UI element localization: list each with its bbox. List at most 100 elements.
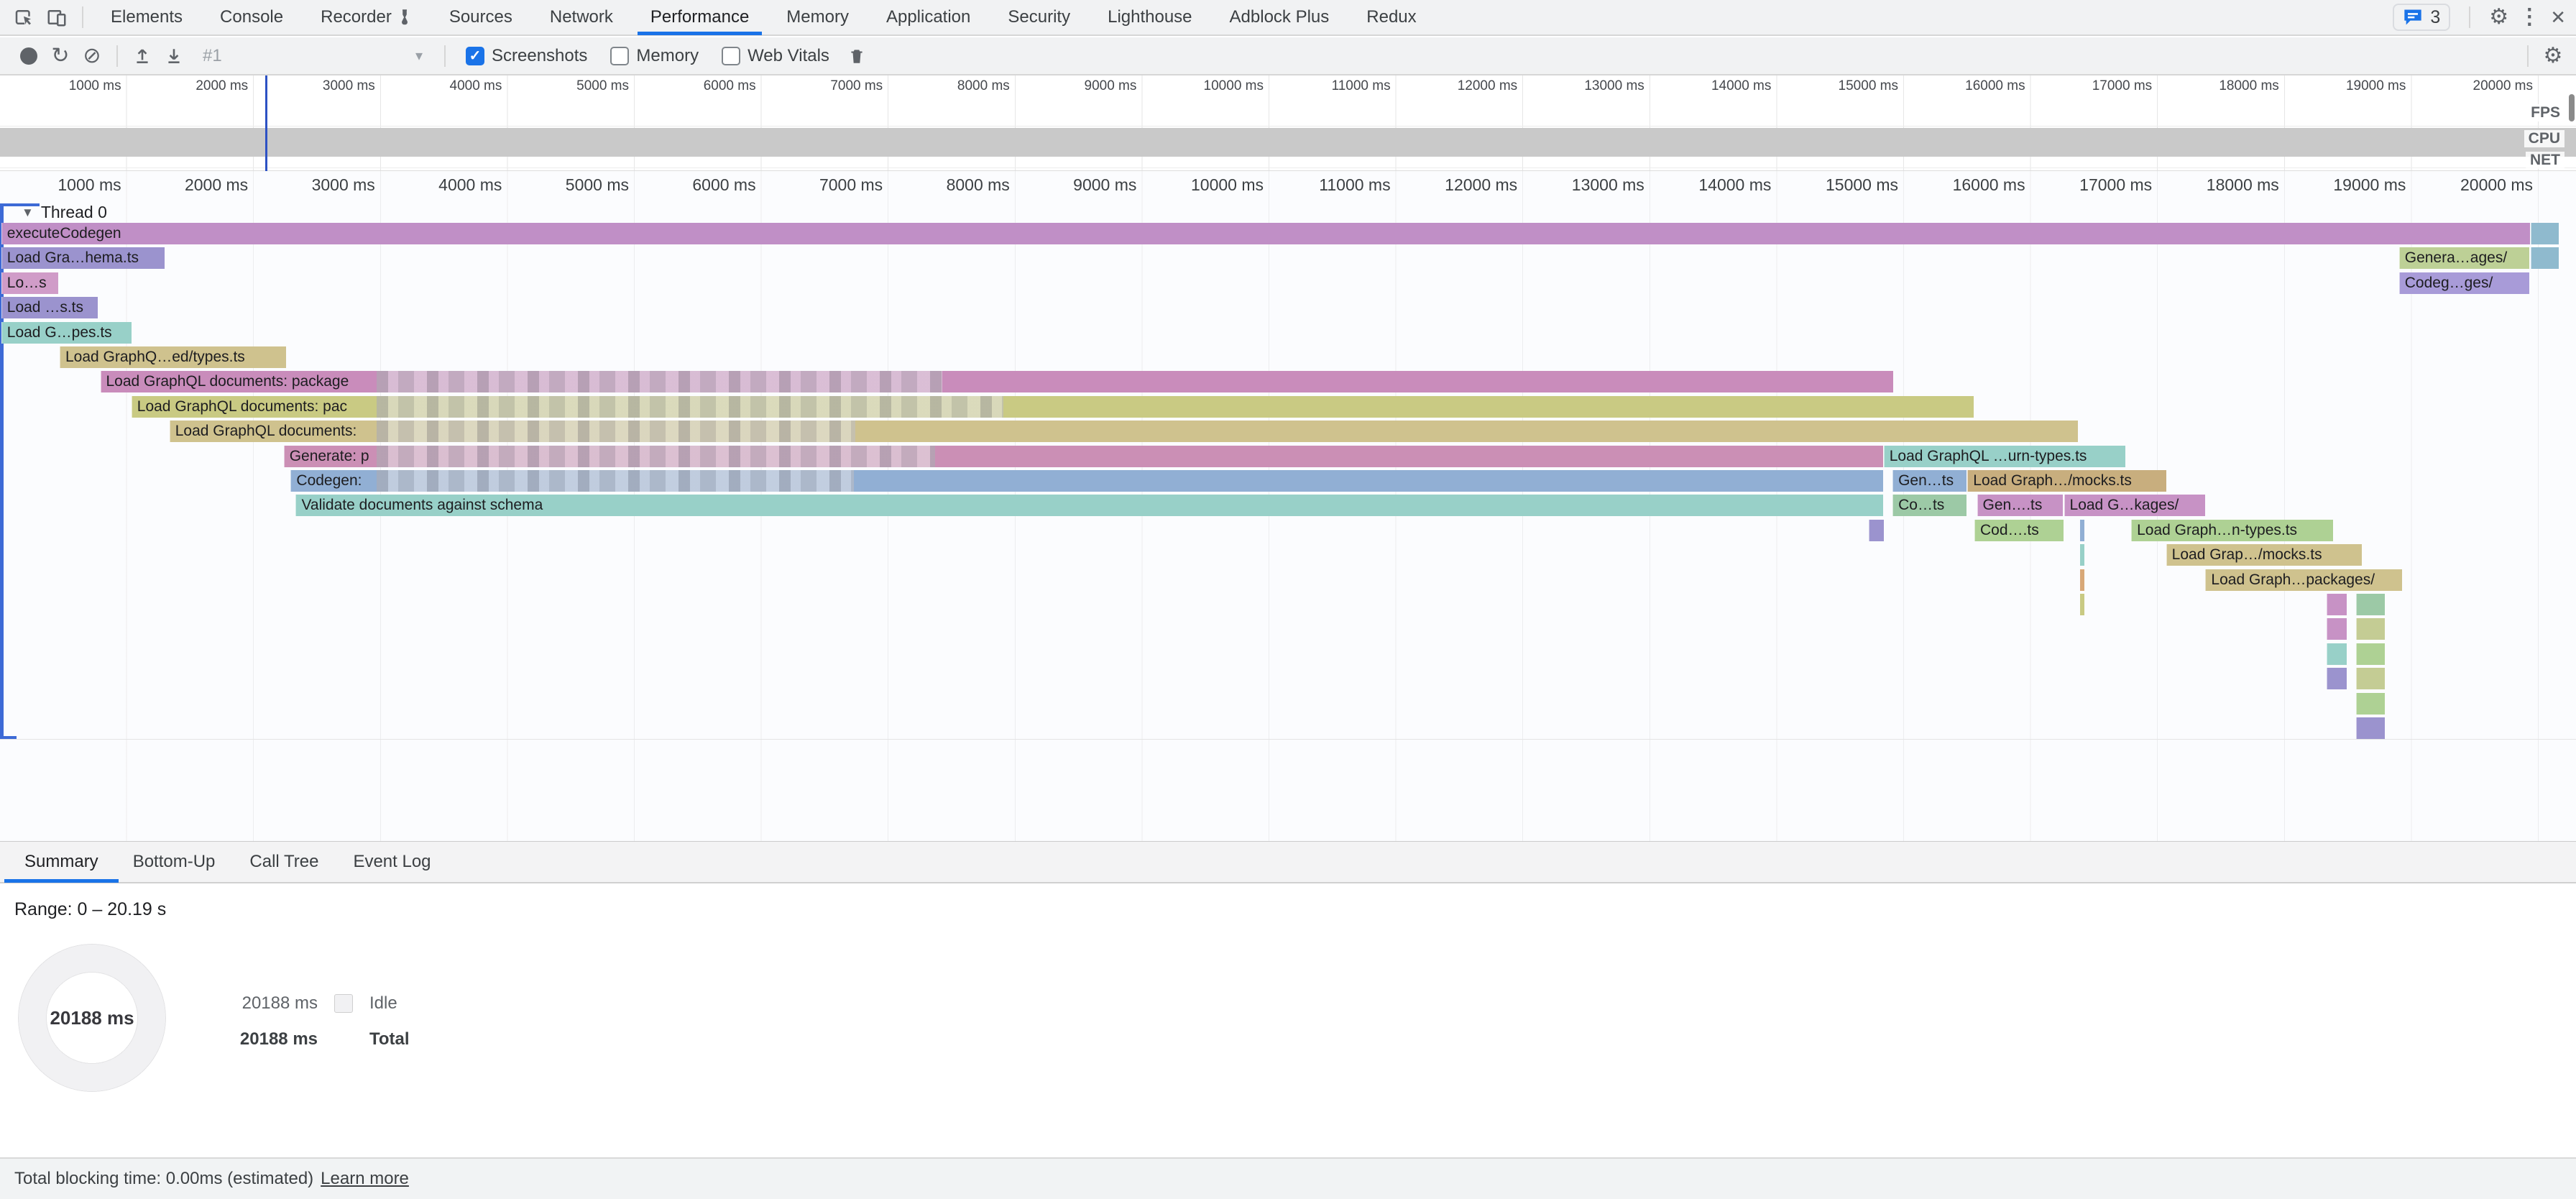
flame-event[interactable] — [2327, 643, 2347, 665]
kebab-menu-icon[interactable]: ⋮ — [2518, 6, 2540, 28]
timeline-overview[interactable]: 1000 ms2000 ms3000 ms4000 ms5000 ms6000 … — [0, 75, 2576, 171]
checkbox-memory[interactable]: Memory — [610, 46, 699, 66]
capture-settings-gear-icon[interactable]: ⚙ — [2537, 40, 2569, 72]
reload-and-record-button[interactable]: ↻ — [45, 40, 76, 72]
overview-scrollbar-thumb[interactable] — [2569, 94, 2575, 121]
checkbox-checked-icon[interactable]: ✓ — [466, 47, 484, 65]
tab-console[interactable]: Console — [201, 0, 302, 35]
inspect-element-icon[interactable] — [7, 3, 40, 32]
tab-network[interactable]: Network — [531, 0, 632, 35]
settings-gear-icon[interactable]: ⚙ — [2489, 6, 2508, 28]
redacted-text-region — [377, 446, 935, 467]
issues-count: 3 — [2430, 7, 2440, 28]
flame-event[interactable]: Load G…pes.ts — [1, 322, 132, 344]
ruler-tick-label: 9000 ms — [1014, 175, 1136, 195]
flame-event[interactable] — [2356, 668, 2386, 689]
flame-event[interactable] — [2356, 643, 2386, 665]
legend-value: 20188 ms — [237, 993, 318, 1014]
tab-label: Network — [550, 7, 613, 27]
checkbox-unchecked-icon[interactable] — [722, 47, 740, 65]
tab-security[interactable]: Security — [989, 0, 1089, 35]
flame-event[interactable]: Co…ts — [1892, 495, 1966, 516]
flame-event[interactable] — [2356, 618, 2386, 640]
close-devtools-icon[interactable]: ✕ — [2550, 8, 2566, 27]
tab-redux[interactable]: Redux — [1348, 0, 1435, 35]
flame-event[interactable] — [2080, 594, 2084, 615]
drawer-tab-bottom-up[interactable]: Bottom-Up — [116, 841, 233, 883]
flame-event[interactable] — [2327, 618, 2347, 640]
flame-event[interactable] — [2327, 668, 2347, 689]
ruler-tick-label: 8000 ms — [895, 78, 1010, 94]
flame-event-label: Gen….ts — [1983, 497, 2043, 513]
profile-history-select[interactable]: #1 ▾ — [194, 41, 431, 71]
record-button[interactable] — [13, 40, 45, 72]
learn-more-link[interactable]: Learn more — [321, 1169, 409, 1189]
tab-lighthouse[interactable]: Lighthouse — [1089, 0, 1210, 35]
tab-memory[interactable]: Memory — [768, 0, 868, 35]
checkbox-web-vitals[interactable]: Web Vitals — [722, 46, 829, 66]
tab-elements[interactable]: Elements — [92, 0, 201, 35]
flame-event[interactable]: Gen….ts — [1977, 495, 2063, 516]
device-toolbar-icon[interactable] — [40, 3, 73, 32]
playhead-line[interactable] — [265, 75, 267, 171]
tab-performance[interactable]: Performance — [632, 0, 768, 35]
flame-event[interactable]: Load Graph…n-types.ts — [2131, 520, 2333, 541]
flame-event[interactable] — [2531, 247, 2559, 269]
legend-swatch-cell — [318, 994, 369, 1013]
flame-event[interactable]: Load G…kages/ — [2064, 495, 2206, 516]
flame-event[interactable]: Load …s.ts — [1, 297, 98, 318]
flame-event[interactable]: Codegen: — [290, 470, 1882, 492]
tab-sources[interactable]: Sources — [431, 0, 531, 35]
cpu-activity-band — [0, 128, 2576, 157]
drawer-tab-event-log[interactable]: Event Log — [336, 841, 448, 883]
flame-event[interactable] — [2080, 544, 2084, 566]
clear-button[interactable]: ⊘ — [76, 40, 108, 72]
issues-counter[interactable]: 3 — [2393, 4, 2450, 31]
flame-event[interactable] — [2356, 693, 2386, 715]
flame-event[interactable]: Validate documents against schema — [295, 495, 1882, 516]
load-profile-icon[interactable] — [158, 40, 190, 72]
fps-lane-label: FPS — [2526, 104, 2564, 121]
flame-event[interactable]: Load GraphQL documents: pac — [132, 396, 1974, 418]
checkbox-label: Web Vitals — [748, 46, 829, 66]
checkbox-unchecked-icon[interactable] — [610, 47, 629, 65]
flame-event[interactable] — [1869, 520, 1884, 541]
ruler-tick-label: 12000 ms — [1402, 78, 1517, 94]
ruler-tick-label: 8000 ms — [888, 175, 1010, 195]
flame-event[interactable]: Load GraphQL …urn-types.ts — [1884, 446, 2125, 467]
flame-event[interactable] — [2531, 223, 2559, 244]
flame-event[interactable]: Gen…ts — [1892, 470, 1966, 492]
flame-event[interactable]: Load GraphQ…ed/types.ts — [60, 346, 286, 368]
flame-event[interactable]: Codeg…ges/ — [2399, 272, 2529, 294]
ruler-tick-label: 19000 ms — [2291, 78, 2406, 94]
flame-event[interactable]: Load GraphQL documents: package — [101, 371, 1893, 392]
collapse-caret-icon[interactable]: ▼ — [22, 206, 34, 220]
flame-event[interactable]: Load Grap…/mocks.ts — [2166, 544, 2362, 566]
drawer-tab-summary[interactable]: Summary — [7, 841, 116, 883]
flame-event[interactable] — [2356, 717, 2386, 739]
ruler-tick-label: 18000 ms — [2157, 175, 2279, 195]
tab-application[interactable]: Application — [868, 0, 989, 35]
tab-adblock-plus[interactable]: Adblock Plus — [1211, 0, 1348, 35]
flame-event[interactable]: executeCodegen — [1, 223, 2530, 244]
flame-event[interactable]: Load Gra…hema.ts — [1, 247, 165, 269]
flame-chart[interactable]: 1000 ms2000 ms3000 ms4000 ms5000 ms6000 … — [0, 171, 2576, 841]
flame-event[interactable]: Genera…ages/ — [2399, 247, 2529, 269]
thread-header[interactable]: ▼ Thread 0 — [22, 203, 107, 222]
flame-event[interactable]: Lo…s — [1, 272, 58, 294]
flame-event[interactable] — [2080, 569, 2084, 591]
flame-event[interactable]: Load Graph…packages/ — [2205, 569, 2402, 591]
flame-event[interactable]: Generate: p — [284, 446, 1883, 467]
flame-event[interactable]: Load Graph…/mocks.ts — [1967, 470, 2166, 492]
tab-recorder[interactable]: Recorder — [302, 0, 431, 35]
tab-label: Lighthouse — [1108, 7, 1192, 27]
flame-event[interactable] — [2356, 594, 2386, 615]
flame-event[interactable] — [2080, 520, 2084, 541]
flame-event[interactable] — [2327, 594, 2347, 615]
save-profile-icon[interactable] — [126, 40, 158, 72]
checkbox-screenshots[interactable]: ✓Screenshots — [466, 46, 587, 66]
trash-icon[interactable] — [841, 40, 873, 72]
flame-event[interactable]: Cod….ts — [1974, 520, 2064, 541]
drawer-tab-call-tree[interactable]: Call Tree — [232, 841, 336, 883]
flame-event[interactable]: Load GraphQL documents: — [170, 421, 2078, 442]
